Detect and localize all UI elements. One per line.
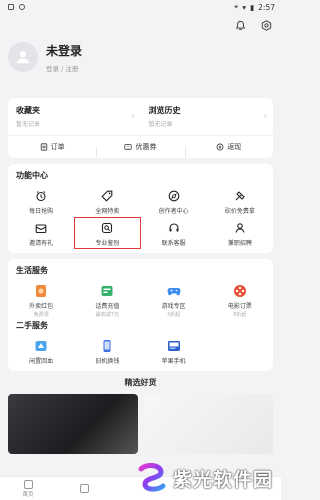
daily-flash-sale-label: 每日抢购 [29, 208, 54, 215]
contact-support[interactable]: 联系客服 [141, 217, 207, 249]
top-actions [233, 18, 273, 32]
takeout-coupon-sub: 免费领 [33, 312, 49, 318]
idle-recycle[interactable]: 闲置回血 [8, 335, 74, 367]
login-register-link[interactable]: 登录 / 注册 [46, 63, 82, 73]
invite-gift[interactable]: 邀请有礼 [8, 217, 74, 249]
idle-recycle-label: 闲置回血 [29, 358, 54, 365]
profile-name[interactable]: 未登录 [46, 42, 82, 59]
iphone-icon [167, 339, 181, 353]
notification-icon [19, 4, 25, 10]
game-zone-label: 游戏专区 [161, 303, 186, 310]
old-phone-trade-label: 旧机换钱 [95, 358, 120, 365]
featured-product-card[interactable] [8, 394, 138, 454]
invite-gift-label: 邀请有礼 [29, 240, 54, 247]
chevron-right-icon: › [131, 111, 135, 120]
orders-link[interactable]: 订单 [8, 142, 96, 152]
game-zone-sub: 3折起 [167, 312, 181, 318]
life-services: 生活服务 外卖红包 免费领 话费充值 最高减7元 游戏专区 3折起 电影订票 8… [8, 259, 273, 371]
history-entry[interactable]: 浏览历史 暂无记录 › [141, 98, 274, 135]
professional-appraisal[interactable]: 专业鉴别 [74, 217, 141, 249]
film-icon [233, 284, 247, 298]
avatar[interactable] [8, 42, 38, 72]
creator-center[interactable]: 创作者中心 [141, 185, 207, 217]
alarm-clock-icon [34, 189, 48, 203]
apple-phone-label: 苹果手机 [161, 358, 186, 365]
watermark: 紫光软件园 [133, 458, 273, 498]
life-services-title: 生活服务 [16, 266, 48, 275]
featured-product-card[interactable] [143, 394, 273, 454]
takeout-coupon[interactable]: 外卖红包 免费领 [8, 280, 74, 318]
settings-icon[interactable] [259, 18, 273, 32]
daily-flash-sale[interactable]: 每日抢购 [8, 185, 74, 217]
part-time-recruit-label: 兼职招聘 [227, 240, 252, 247]
battery-icon: ▮ [250, 2, 255, 12]
invite-gift-icon [34, 221, 48, 235]
featured-goods-title: 精选好货 [124, 378, 157, 387]
bargain-icon [233, 189, 247, 203]
recycle-icon [34, 339, 48, 353]
phone-recharge-label: 话费充值 [95, 303, 120, 310]
phone-recharge-sub: 最高减7元 [95, 312, 119, 318]
movie-tickets-label: 电影订票 [227, 303, 252, 310]
gamepad-icon [167, 284, 181, 298]
favorites-sub: 暂无记录 [16, 121, 41, 128]
chevron-right-icon: › [263, 111, 267, 120]
coupon-icon [124, 144, 133, 150]
takeout-icon [34, 284, 48, 298]
cashback-link[interactable]: 返现 [184, 142, 273, 157]
function-center: 功能中心 每日抢购 全网特卖 创作者中心 砍价免费拿 邀请有礼 专业鉴别 联系客… [8, 164, 273, 253]
professional-appraisal-label: 专业鉴别 [95, 240, 120, 247]
status-bar: ⌖ ▾ ▮ 2:57 [0, 0, 281, 14]
headset-icon [167, 221, 181, 235]
takeout-coupon-label: 外卖红包 [29, 303, 54, 310]
creator-icon [167, 189, 181, 203]
movie-tickets-sub: 8折起 [233, 312, 247, 318]
watermark-logo-icon [138, 462, 166, 492]
coupons-label: 优惠券 [135, 143, 157, 151]
watermark-text: 紫光软件园 [172, 468, 273, 491]
favorites-entry[interactable]: 收藏夹 暂无记录 › [8, 98, 141, 135]
network-special-sale-label: 全网特卖 [95, 208, 120, 215]
home-icon [23, 479, 33, 489]
network-special-sale[interactable]: 全网特卖 [74, 185, 140, 217]
nav-home-label: 首页 [22, 491, 34, 498]
nav-category[interactable] [56, 477, 112, 500]
nav-home[interactable]: 首页 [0, 477, 56, 500]
recruit-icon [233, 221, 247, 235]
history-title: 浏览历史 [148, 106, 181, 115]
bargain-free-label: 砍价免费拿 [224, 208, 255, 215]
game-zone[interactable]: 游戏专区 3折起 [141, 280, 207, 318]
records-card: 收藏夹 暂无记录 › 浏览历史 暂无记录 › 订单 优惠券 返现 [8, 98, 273, 158]
phone-bill-icon [100, 284, 114, 298]
order-icon [40, 143, 47, 151]
sale-tag-icon [100, 189, 114, 203]
cashback-label: 返现 [227, 143, 242, 151]
notification-icon [8, 4, 14, 10]
second-hand-title: 二手服务 [16, 321, 48, 330]
clock-time: 2:57 [258, 2, 275, 12]
orders-label: 订单 [50, 143, 65, 151]
wifi-icon: ▾ [242, 2, 247, 12]
bell-icon[interactable] [233, 18, 247, 32]
coupons-link[interactable]: 优惠券 [96, 142, 184, 157]
movie-tickets[interactable]: 电影订票 8折起 [207, 280, 273, 318]
cashback-icon [216, 143, 224, 151]
appraisal-icon [100, 221, 114, 235]
old-phone-trade[interactable]: 旧机换钱 [74, 335, 140, 367]
favorites-title: 收藏夹 [16, 106, 40, 115]
featured-goods [0, 394, 281, 454]
bargain-free[interactable]: 砍价免费拿 [207, 185, 273, 217]
phone-recharge[interactable]: 话费充值 最高减7元 [74, 280, 140, 318]
old-phone-icon [100, 339, 114, 353]
function-center-title: 功能中心 [16, 171, 48, 180]
creator-center-label: 创作者中心 [158, 208, 189, 215]
contact-support-label: 联系客服 [161, 240, 186, 247]
apple-phone[interactable]: 苹果手机 [141, 335, 207, 367]
location-icon: ⌖ [234, 2, 239, 11]
category-icon [79, 483, 89, 493]
history-sub: 暂无记录 [148, 121, 173, 128]
part-time-recruit[interactable]: 兼职招聘 [207, 217, 273, 249]
